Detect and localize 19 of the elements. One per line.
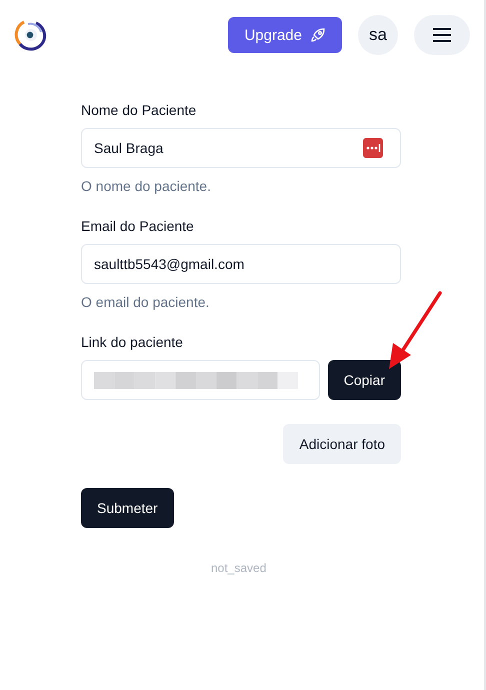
field-label: Email do Paciente xyxy=(81,218,195,234)
avatar-button[interactable]: sa xyxy=(358,15,398,55)
password-manager-icon[interactable] xyxy=(363,138,383,158)
field-label: Nome do Paciente xyxy=(81,102,198,118)
field-hint: O nome do paciente. xyxy=(81,178,212,194)
logo-icon[interactable] xyxy=(14,18,48,52)
input-field[interactable] xyxy=(81,360,320,400)
field-label: Link do paciente xyxy=(81,334,184,350)
submit-button[interactable]: Submeter xyxy=(81,488,174,528)
rocket-icon xyxy=(310,27,326,43)
input-field[interactable]: saulttb5543@gmail.com xyxy=(81,244,401,284)
add-photo-button[interactable]: Adicionar foto xyxy=(283,424,401,464)
field-hint: O email do paciente. xyxy=(81,294,210,310)
menu-icon xyxy=(432,27,452,43)
input-field[interactable]: Saul Braga xyxy=(81,128,401,168)
save-status: not_saved xyxy=(211,561,266,575)
upgrade-button[interactable]: Upgrade xyxy=(228,17,342,53)
menu-button[interactable] xyxy=(414,15,470,55)
copy-button[interactable]: Copiar xyxy=(328,360,401,400)
